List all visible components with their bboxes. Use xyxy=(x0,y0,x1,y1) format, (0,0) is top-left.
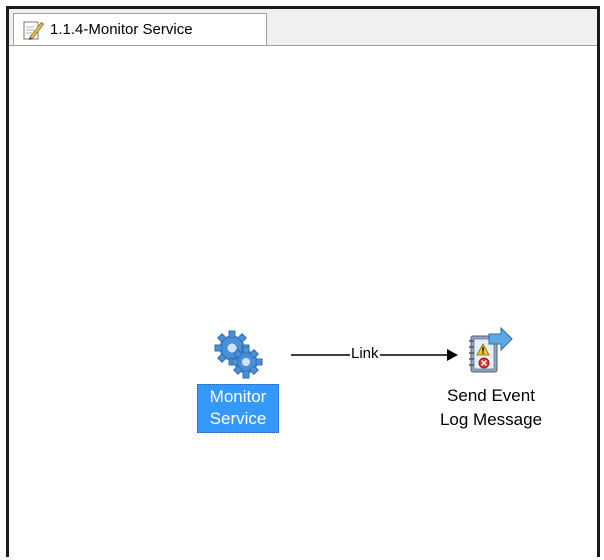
send-event-log-message-label[interactable]: Send Event Log Message xyxy=(439,384,543,432)
monitor-service-label[interactable]: Monitor Service xyxy=(197,384,279,433)
monitor-service-label-line2: Service xyxy=(209,409,267,428)
send-event-log-message-activity[interactable] xyxy=(465,327,515,379)
tab-title: 1.1.4-Monitor Service xyxy=(50,21,193,38)
runbook-designer-window: 1.1.4-Monitor Service Link Monitor Servi… xyxy=(6,6,600,557)
send-event-label-line2: Log Message xyxy=(439,410,543,429)
runbook-canvas[interactable]: Link Monitor Service Send Event Log Mess… xyxy=(9,46,597,557)
tab-strip: 1.1.4-Monitor Service xyxy=(9,9,597,46)
send-event-label-line1: Send Event xyxy=(447,386,535,405)
pencil-document-icon xyxy=(23,21,44,40)
tab-runbook[interactable]: 1.1.4-Monitor Service xyxy=(13,13,267,45)
monitor-service-label-line1: Monitor xyxy=(209,387,267,406)
link-connector[interactable] xyxy=(9,46,597,560)
monitor-service-activity[interactable] xyxy=(214,328,264,380)
event-log-send-icon xyxy=(469,327,513,373)
gear-icon xyxy=(214,330,263,379)
link-label[interactable]: Link xyxy=(350,345,380,362)
